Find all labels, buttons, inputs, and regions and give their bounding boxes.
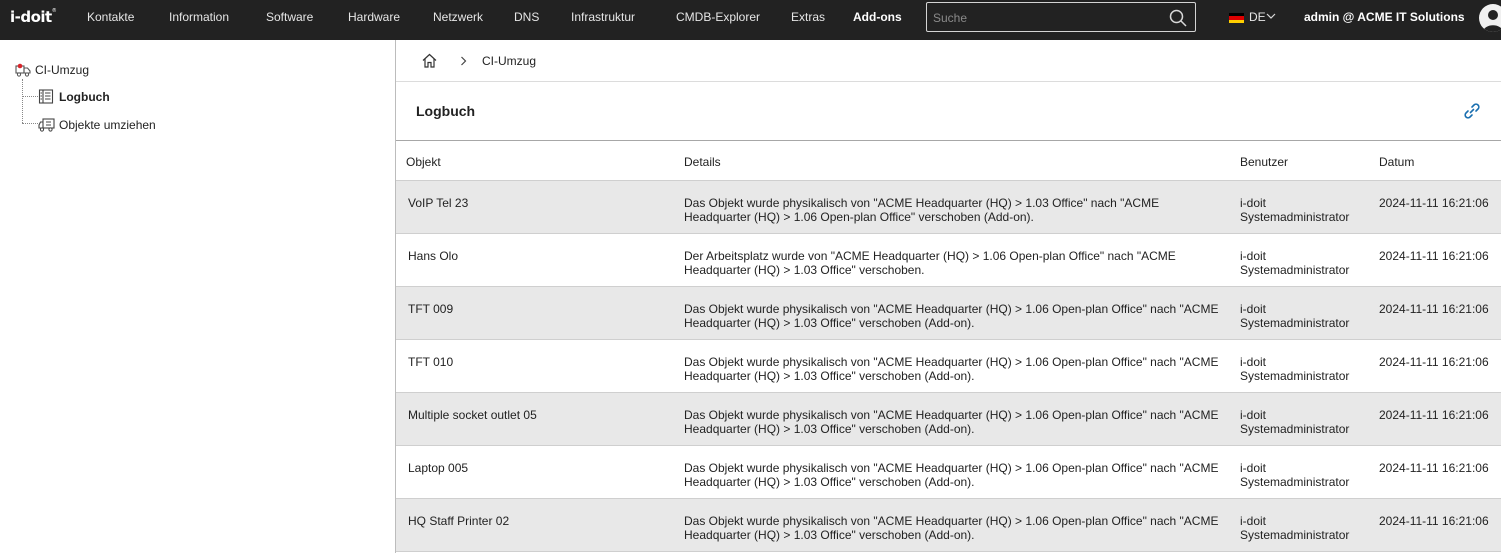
tree-connector	[22, 123, 38, 124]
tree-connector	[22, 79, 23, 123]
search-input[interactable]	[933, 9, 1153, 27]
cell-objekt: TFT 009	[408, 302, 454, 316]
nav-infrastruktur[interactable]: Infrastruktur	[571, 0, 635, 40]
cell-details: Das Objekt wurde physikalisch von "ACME …	[684, 196, 1160, 224]
user-menu[interactable]: admin @ ACME IT Solutions	[1304, 0, 1465, 35]
nav-dns[interactable]: DNS	[514, 0, 539, 40]
cell-details: Das Objekt wurde physikalisch von "ACME …	[684, 461, 1219, 489]
avatar[interactable]	[1479, 4, 1501, 32]
cell-objekt: Laptop 005	[408, 461, 469, 475]
breadcrumb-item-ci-umzug[interactable]: CI-Umzug	[482, 54, 536, 68]
cell-datum: 2024-11-11 16:21:06	[1379, 249, 1489, 263]
table-row[interactable]: Laptop 005 Das Objekt wurde physikalisch…	[396, 446, 1501, 499]
cell-details: Das Objekt wurde physikalisch von "ACME …	[684, 302, 1219, 330]
language-code: DE	[1249, 10, 1266, 24]
table-row[interactable]: Hans Olo Der Arbeitsplatz wurde von "ACM…	[396, 234, 1501, 287]
column-header-benutzer[interactable]: Benutzer	[1240, 155, 1288, 169]
search-box	[926, 2, 1196, 32]
cell-datum: 2024-11-11 16:21:06	[1379, 408, 1489, 422]
table-header: Objekt Details Benutzer Datum	[396, 141, 1501, 181]
cell-details: Das Objekt wurde physikalisch von "ACME …	[684, 408, 1219, 436]
cell-objekt: Hans Olo	[408, 249, 459, 263]
chevron-down-icon	[1266, 13, 1276, 19]
cell-details: Das Objekt wurde physikalisch von "ACME …	[684, 355, 1219, 383]
cell-benutzer: i-doit Systemadministrator	[1240, 302, 1350, 330]
table-row[interactable]: VoIP Tel 23 Das Objekt wurde physikalisc…	[396, 181, 1501, 234]
logbook-icon	[38, 89, 54, 104]
link-icon[interactable]	[1463, 102, 1481, 120]
top-navbar: i-doit® Kontakte Information Software Ha…	[0, 0, 1501, 40]
sidebar-item-label: Objekte umziehen	[59, 118, 156, 132]
chevron-right-icon	[461, 56, 467, 66]
truck-icon	[38, 118, 55, 132]
cell-objekt: Multiple socket outlet 05	[408, 408, 537, 422]
cell-datum: 2024-11-11 16:21:06	[1379, 514, 1489, 528]
cell-objekt: VoIP Tel 23	[408, 196, 469, 210]
tree-connector	[22, 96, 38, 97]
cell-benutzer: i-doit Systemadministrator	[1240, 355, 1350, 383]
app-logo-text: i-doit	[10, 8, 52, 26]
cell-benutzer: i-doit Systemadministrator	[1240, 196, 1350, 224]
cell-datum: 2024-11-11 16:21:06	[1379, 196, 1489, 210]
table-row[interactable]: TFT 010 Das Objekt wurde physikalisch vo…	[396, 340, 1501, 393]
table-row[interactable]: TFT 009 Das Objekt wurde physikalisch vo…	[396, 287, 1501, 340]
cell-datum: 2024-11-11 16:21:06	[1379, 355, 1489, 369]
cell-benutzer: i-doit Systemadministrator	[1240, 461, 1350, 489]
german-flag-icon	[1229, 13, 1244, 23]
cell-benutzer: i-doit Systemadministrator	[1240, 408, 1350, 436]
app-logo[interactable]: i-doit®	[10, 8, 57, 26]
column-header-datum[interactable]: Datum	[1379, 155, 1414, 169]
page-header: Logbuch	[396, 82, 1501, 141]
cell-objekt: HQ Staff Printer 02	[408, 514, 510, 528]
cell-benutzer: i-doit Systemadministrator	[1240, 249, 1350, 277]
cell-objekt: TFT 010	[408, 355, 454, 369]
user-icon	[1483, 10, 1501, 32]
cell-details: Das Objekt wurde physikalisch von "ACME …	[684, 514, 1219, 542]
breadcrumb: CI-Umzug	[396, 40, 1501, 82]
home-icon[interactable]	[422, 53, 437, 68]
nav-kontakte[interactable]: Kontakte	[87, 0, 134, 40]
tree-root-label: CI-Umzug	[35, 63, 90, 77]
cell-datum: 2024-11-11 16:21:06	[1379, 461, 1489, 475]
nav-add-ons[interactable]: Add-ons	[853, 0, 902, 40]
table-row[interactable]: HQ Staff Printer 02 Das Objekt wurde phy…	[396, 499, 1501, 552]
nav-netzwerk[interactable]: Netzwerk	[433, 0, 483, 40]
nav-cmdb-explorer[interactable]: CMDB-Explorer	[676, 0, 760, 40]
nav-information[interactable]: Information	[169, 0, 229, 40]
sidebar	[0, 40, 395, 553]
nav-hardware[interactable]: Hardware	[348, 0, 400, 40]
page-title: Logbuch	[416, 103, 476, 119]
column-header-objekt[interactable]: Objekt	[406, 155, 441, 169]
truck-icon	[15, 63, 31, 77]
column-header-details[interactable]: Details	[684, 155, 721, 169]
nav-extras[interactable]: Extras	[791, 0, 825, 40]
search-icon[interactable]	[1169, 9, 1187, 27]
nav-software[interactable]: Software	[266, 0, 313, 40]
table-row[interactable]: Multiple socket outlet 05 Das Objekt wur…	[396, 393, 1501, 446]
cell-benutzer: i-doit Systemadministrator	[1240, 514, 1350, 542]
app-logo-mark: ®	[51, 8, 57, 14]
cell-datum: 2024-11-11 16:21:06	[1379, 302, 1489, 316]
sidebar-item-label: Logbuch	[59, 90, 110, 104]
cell-details: Der Arbeitsplatz wurde von "ACME Headqua…	[684, 249, 1176, 277]
